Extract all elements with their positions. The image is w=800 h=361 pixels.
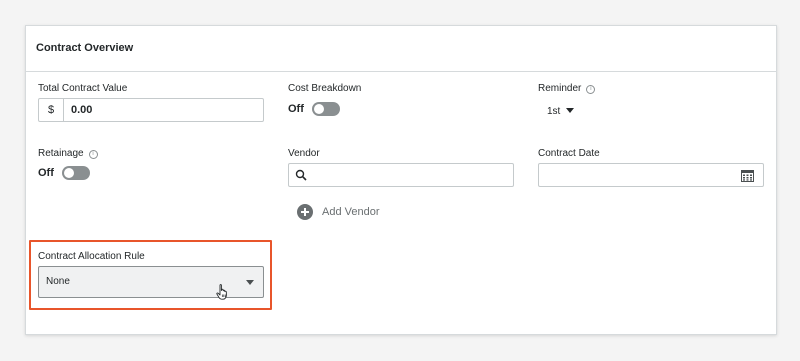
currency-prefix: $ [39,99,64,121]
retainage-state: Off [38,167,54,179]
vendor-label: Vendor [288,148,320,159]
info-icon[interactable]: i [88,150,98,159]
total-contract-value-label: Total Contract Value [38,83,128,94]
total-contract-value-input[interactable]: $ 0.00 [38,98,264,122]
cost-breakdown-state: Off [288,103,304,115]
add-vendor-label: Add Vendor [322,206,380,218]
calendar-icon[interactable] [741,169,754,182]
reminder-label: Reminder [538,83,582,94]
retainage-toggle-row: Off [38,166,98,180]
reminder-value: 1st [547,106,561,117]
retainage-toggle[interactable] [62,166,90,180]
toggle-knob [64,168,74,178]
hand-cursor-icon [216,284,227,300]
retainage-label-row: Retainage i [38,148,98,159]
vendor-search-input[interactable] [288,163,514,187]
reminder-dropdown[interactable]: 1st [547,106,575,117]
contract-date-input[interactable] [538,163,764,187]
chevron-down-icon [566,108,575,113]
cost-breakdown-toggle[interactable] [312,102,340,116]
contract-allocation-rule-value: None [46,276,70,287]
info-icon[interactable]: i [586,85,596,94]
contract-allocation-rule-label: Contract Allocation Rule [38,251,145,262]
toggle-knob [314,104,324,114]
cost-breakdown-toggle-row: Off [288,102,348,116]
total-contract-value-text: 0.00 [71,104,93,116]
retainage-label: Retainage [38,148,84,159]
plus-icon [297,204,313,220]
cost-breakdown-label: Cost Breakdown [288,83,362,94]
contract-date-label: Contract Date [538,148,600,159]
reminder-label-row: Reminder i [538,83,596,94]
search-icon [295,169,307,181]
contract-allocation-rule-select[interactable]: None [38,266,264,298]
card-title: Contract Overview [36,42,134,54]
card-header: Contract Overview [26,26,776,72]
chevron-down-icon [246,280,254,285]
